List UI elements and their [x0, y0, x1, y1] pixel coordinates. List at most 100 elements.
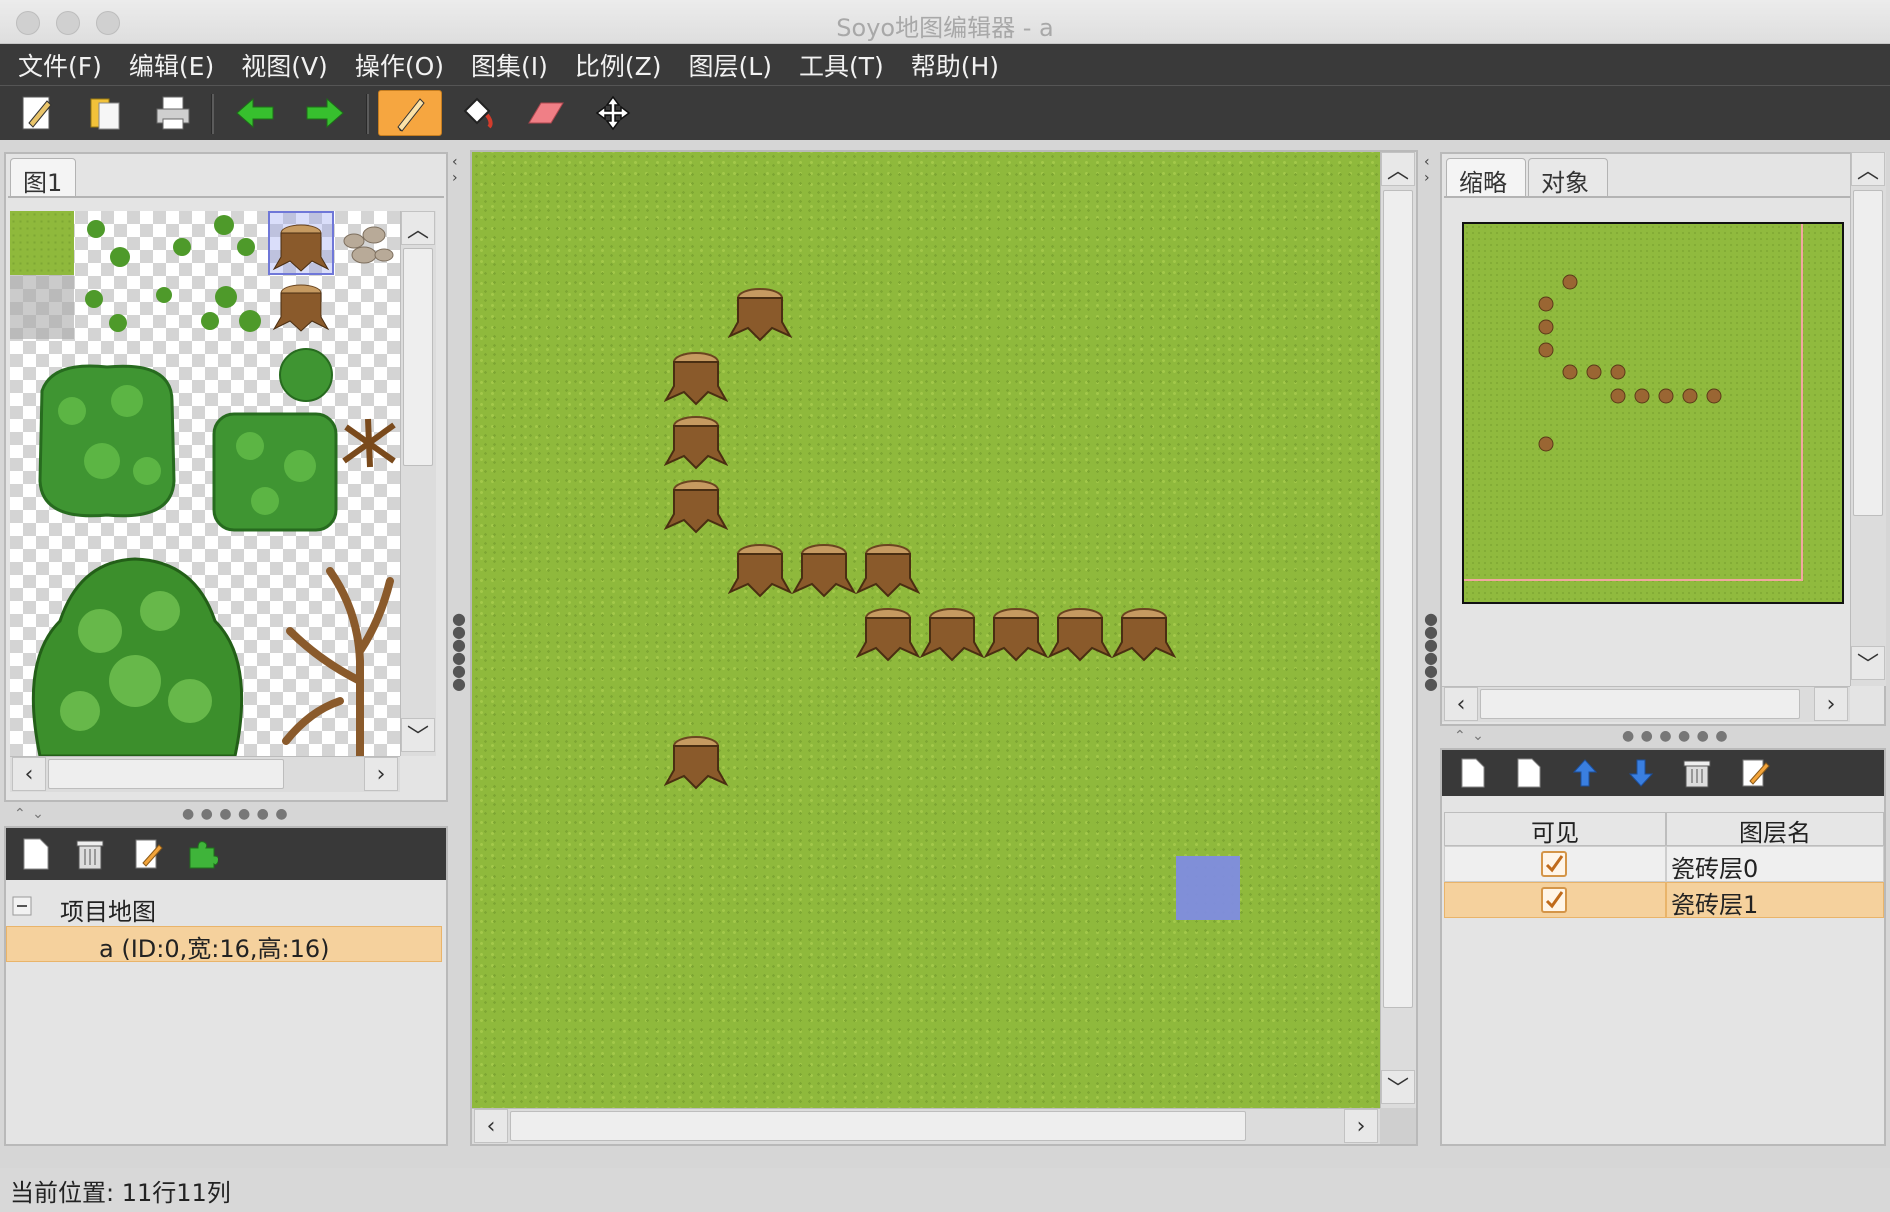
add-layer-button[interactable]	[1452, 752, 1494, 794]
tile-bush-medium[interactable]	[210, 406, 340, 536]
layer-panel	[1440, 748, 1886, 1146]
main-toolbar	[0, 86, 1890, 140]
tab-tileset-1[interactable]: 图1	[10, 158, 76, 197]
tileset-scroll-up-button[interactable]: ︿	[401, 211, 435, 245]
thumbnail-vertical-scroll-thumb[interactable]	[1853, 190, 1883, 516]
print-button[interactable]	[148, 90, 198, 136]
project-root-node[interactable]: 项目地图	[60, 892, 156, 927]
tileset-palette[interactable]	[10, 211, 400, 756]
thumbnail-scroll-down-button[interactable]: ﹀	[1851, 646, 1885, 680]
layer-name[interactable]: 瓷砖层1	[1666, 882, 1884, 919]
tab-objects[interactable]: 对象	[1528, 158, 1608, 197]
tile-dead-tree[interactable]	[280, 541, 400, 756]
menu-help[interactable]: 帮助(H)	[901, 47, 1009, 83]
tile-bush-large[interactable]	[32, 361, 182, 521]
tile-rocks[interactable]	[334, 211, 400, 275]
map-canvas[interactable]	[472, 152, 1380, 1108]
layer-visible-checkbox[interactable]	[1541, 887, 1567, 913]
tile-stump[interactable]	[270, 275, 332, 339]
tileset-vertical-scroll-thumb[interactable]	[403, 248, 433, 466]
map-stump	[664, 416, 728, 470]
status-bar: 当前位置: 11行11列	[0, 1168, 1890, 1212]
map-plugin-button[interactable]	[180, 832, 224, 876]
edit-layer-button[interactable]	[1734, 752, 1776, 794]
new-map-button[interactable]	[14, 832, 58, 876]
tileset-horizontal-scroll-thumb[interactable]	[48, 759, 284, 789]
collapse-arrows-icon-right[interactable]: ⌃ ⌄	[1454, 728, 1485, 744]
move-layer-down-button[interactable]	[1620, 752, 1662, 794]
map-stump	[856, 544, 920, 598]
collapse-right-panel-icon[interactable]: ‹ ›	[1424, 154, 1430, 186]
map-vertical-scroll-thumb[interactable]	[1383, 190, 1413, 1008]
move-tool-button[interactable]	[588, 90, 638, 136]
layer-name[interactable]: 瓷砖层0	[1666, 846, 1884, 883]
vertical-splitter-handle-right[interactable]: ● ● ● ● ● ●	[1424, 611, 1438, 692]
map-scroll-right-button[interactable]: ›	[1344, 1109, 1378, 1143]
map-stump	[984, 608, 1048, 662]
checkmark-icon	[1545, 891, 1564, 909]
eraser-tool-button[interactable]	[520, 90, 570, 136]
fill-tool-button[interactable]	[452, 90, 502, 136]
tile-firewood[interactable]	[338, 411, 400, 475]
map-stump	[728, 288, 792, 342]
redo-arrow-icon	[306, 97, 344, 129]
project-map-item[interactable]: a (ID:0,宽:16,高:16)	[6, 926, 442, 963]
column-layer-name-header[interactable]: 图层名	[1666, 812, 1884, 847]
map-stump	[664, 736, 728, 790]
chevron-left-icon: ‹	[24, 761, 34, 787]
chevron-right-icon: ›	[376, 761, 386, 787]
thumbnail-scroll-right-button[interactable]: ›	[1814, 687, 1848, 721]
thumbnail-content	[1464, 224, 1803, 581]
tile-stump-selected[interactable]	[268, 211, 334, 275]
chevron-down-icon: ﹀	[406, 725, 429, 750]
map-scroll-left-button[interactable]: ‹	[474, 1109, 508, 1143]
panel-splitter-handle[interactable]: ● ● ● ● ● ●	[182, 806, 289, 822]
vertical-splitter-handle[interactable]: ● ● ● ● ● ●	[452, 611, 466, 692]
edit-map-button[interactable]	[126, 832, 170, 876]
tile-tree-large[interactable]	[20, 541, 250, 756]
move-layer-up-button[interactable]	[1564, 752, 1606, 794]
chevron-down-icon: ﹀	[1856, 653, 1879, 678]
menu-layer[interactable]: 图层(L)	[679, 47, 782, 83]
new-file-button[interactable]	[12, 90, 62, 136]
thumbnail-horizontal-scroll-thumb[interactable]	[1480, 689, 1800, 719]
tile-small-plants[interactable]	[74, 211, 274, 339]
tab-thumbnail[interactable]: 缩略	[1446, 158, 1526, 197]
collapse-left-panel-icon[interactable]: ‹ ›	[452, 154, 458, 186]
collapse-arrows-icon[interactable]: ⌃ ⌄	[14, 806, 45, 822]
map-stump	[664, 352, 728, 406]
panel-splitter-handle-right[interactable]: ● ● ● ● ● ●	[1622, 728, 1729, 744]
redo-button[interactable]	[300, 90, 350, 136]
tile-shrub-small[interactable]	[274, 341, 338, 405]
thumbnail-scroll-left-button[interactable]: ‹	[1444, 687, 1478, 721]
menu-edit[interactable]: 编辑(E)	[119, 47, 224, 83]
menu-operation[interactable]: 操作(O)	[345, 47, 454, 83]
tile-grass[interactable]	[10, 211, 74, 275]
map-stump	[856, 608, 920, 662]
copy-layer-button[interactable]	[1508, 752, 1550, 794]
tree-collapse-toggle[interactable]	[12, 894, 36, 918]
menu-tools[interactable]: 工具(T)	[789, 47, 894, 83]
menu-tileset[interactable]: 图集(I)	[461, 47, 558, 83]
tileset-scroll-left-button[interactable]: ‹	[12, 757, 46, 791]
chevron-right-icon: ›	[1826, 691, 1836, 717]
column-visible-header[interactable]: 可见	[1444, 812, 1666, 847]
tileset-scroll-right-button[interactable]: ›	[364, 757, 398, 791]
map-stump	[792, 544, 856, 598]
delete-layer-button[interactable]	[1676, 752, 1718, 794]
menu-view[interactable]: 视图(V)	[231, 47, 338, 83]
layer-visible-checkbox[interactable]	[1541, 851, 1567, 877]
map-scroll-down-button[interactable]: ﹀	[1381, 1070, 1415, 1104]
menu-scale[interactable]: 比例(Z)	[565, 47, 672, 83]
undo-button[interactable]	[230, 90, 280, 136]
delete-map-button[interactable]	[68, 832, 112, 876]
open-folder-button[interactable]	[80, 90, 130, 136]
thumbnail-scroll-up-button[interactable]: ︿	[1851, 152, 1885, 186]
map-scroll-up-button[interactable]: ︿	[1381, 152, 1415, 186]
map-thumbnail[interactable]	[1462, 222, 1844, 604]
copy-file-icon	[1517, 758, 1541, 788]
map-horizontal-scroll-thumb[interactable]	[510, 1111, 1246, 1141]
tileset-scroll-down-button[interactable]: ﹀	[401, 718, 435, 752]
menu-file[interactable]: 文件(F)	[8, 47, 112, 83]
pencil-tool-button[interactable]	[378, 90, 442, 136]
